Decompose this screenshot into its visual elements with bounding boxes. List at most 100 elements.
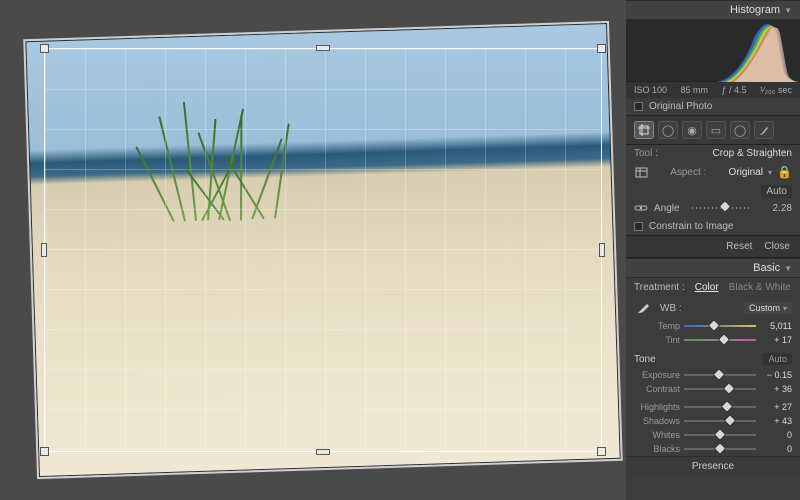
- tint-row: Tint + 17: [626, 333, 800, 347]
- basic-header[interactable]: Basic ▼: [626, 258, 800, 278]
- shadows-slider[interactable]: [684, 415, 756, 427]
- constrain-checkbox[interactable]: [634, 222, 643, 231]
- tool-name-row: Tool : Crop & Straighten: [626, 145, 800, 162]
- shadows-row: Shadows + 43: [626, 414, 800, 428]
- contrast-slider[interactable]: [684, 383, 756, 395]
- temp-label: Temp: [634, 321, 680, 331]
- whites-row: Whites 0: [626, 428, 800, 442]
- treatment-row: Treatment : Color Black & White: [626, 278, 800, 297]
- crop-buttons: Reset Close: [626, 235, 800, 258]
- develop-panel: Histogram ▼ ISO 100 85 mm ƒ / 4.5 ¹⁄₂₀₀ …: [626, 0, 800, 500]
- tone-label: Tone: [634, 354, 656, 365]
- exposure-value: − 0.15: [760, 370, 792, 380]
- level-icon[interactable]: [634, 201, 648, 215]
- temp-row: Temp 5,011: [626, 319, 800, 333]
- exif-shutter: ¹⁄₂₀₀ sec: [760, 85, 792, 95]
- original-photo-row[interactable]: Original Photo: [626, 98, 800, 115]
- contrast-row: Contrast + 36: [626, 382, 800, 396]
- histogram-header[interactable]: Histogram ▼: [626, 0, 800, 20]
- angle-row: Angle 2.28: [626, 198, 800, 218]
- exposure-slider[interactable]: [684, 369, 756, 381]
- aspect-menu-icon[interactable]: ▾: [768, 168, 772, 177]
- blacks-value: 0: [760, 444, 792, 454]
- contrast-label: Contrast: [634, 384, 680, 394]
- histogram-title: Histogram: [730, 4, 780, 16]
- whites-value: 0: [760, 430, 792, 440]
- presence-subheader: Presence: [626, 456, 800, 476]
- treatment-color-option[interactable]: Color: [695, 282, 719, 293]
- wb-row: WB : Custom ▾: [626, 297, 800, 319]
- tone-subheader: Tone Auto: [626, 350, 800, 368]
- treatment-label: Treatment :: [634, 282, 685, 293]
- constrain-label: Constrain to Image: [649, 221, 734, 232]
- aspect-row: Aspect : Original ▾ 🔒: [626, 162, 800, 182]
- image-canvas[interactable]: [0, 0, 626, 500]
- exif-strip: ISO 100 85 mm ƒ / 4.5 ¹⁄₂₀₀ sec: [626, 82, 800, 98]
- close-button[interactable]: Close: [764, 241, 790, 252]
- blacks-row: Blacks 0: [626, 442, 800, 456]
- reset-button[interactable]: Reset: [726, 241, 752, 252]
- highlights-slider[interactable]: [684, 401, 756, 413]
- wb-select[interactable]: Custom ▾: [744, 302, 792, 314]
- shadows-value: + 43: [760, 416, 792, 426]
- highlights-value: + 27: [760, 402, 792, 412]
- wb-value: Custom: [749, 303, 780, 313]
- highlights-row: Highlights + 27: [626, 400, 800, 414]
- wb-label: WB :: [660, 303, 682, 314]
- photo-frame: [23, 21, 623, 479]
- tool-strip: ◯ ◉ ▭ ◯: [626, 115, 800, 145]
- presence-label: Presence: [692, 461, 734, 472]
- gradient-tool-button[interactable]: ▭: [706, 121, 726, 139]
- treatment-bw-option[interactable]: Black & White: [729, 282, 791, 293]
- basic-title: Basic: [753, 262, 780, 274]
- blacks-thumb[interactable]: [714, 442, 727, 455]
- exif-aperture: ƒ / 4.5: [721, 85, 746, 95]
- aspect-value[interactable]: Original: [729, 167, 763, 178]
- exif-iso: ISO 100: [634, 85, 667, 95]
- temp-value: 5,011: [760, 321, 792, 331]
- photo-preview: [23, 21, 623, 479]
- photo-content-grass: [155, 98, 299, 222]
- contrast-thumb[interactable]: [722, 382, 735, 395]
- tool-value: Crop & Straighten: [713, 148, 793, 159]
- wb-menu-icon: ▾: [783, 304, 787, 313]
- disclosure-triangle-icon: ▼: [784, 264, 792, 273]
- temp-slider[interactable]: [684, 320, 756, 332]
- blacks-slider[interactable]: [684, 443, 756, 455]
- disclosure-triangle-icon: ▼: [784, 6, 792, 15]
- tint-value: + 17: [760, 335, 792, 345]
- tint-slider[interactable]: [684, 334, 756, 346]
- tint-thumb[interactable]: [717, 333, 730, 346]
- spot-tool-button[interactable]: ◯: [658, 121, 678, 139]
- aspect-lock-icon[interactable]: 🔒: [777, 165, 792, 179]
- highlights-thumb[interactable]: [721, 400, 734, 413]
- exposure-thumb[interactable]: [713, 368, 726, 381]
- temp-thumb[interactable]: [708, 319, 721, 332]
- histogram-display[interactable]: [626, 20, 800, 82]
- original-photo-checkbox[interactable]: [634, 102, 643, 111]
- aspect-icon[interactable]: [634, 165, 648, 179]
- brush-tool-button[interactable]: [754, 121, 774, 139]
- redeye-tool-button[interactable]: ◉: [682, 121, 702, 139]
- blacks-label: Blacks: [634, 444, 680, 454]
- shadows-thumb[interactable]: [724, 414, 737, 427]
- shadows-label: Shadows: [634, 416, 680, 426]
- exposure-label: Exposure: [634, 370, 680, 380]
- wb-dropper-icon[interactable]: [634, 300, 654, 316]
- angle-slider[interactable]: [692, 201, 752, 215]
- angle-value: 2.28: [764, 203, 792, 214]
- angle-auto-button[interactable]: Auto: [761, 185, 792, 198]
- whites-label: Whites: [634, 430, 680, 440]
- radial-tool-button[interactable]: ◯: [730, 121, 750, 139]
- contrast-value: + 36: [760, 384, 792, 394]
- exposure-row: Exposure − 0.15: [626, 368, 800, 382]
- tint-label: Tint: [634, 335, 680, 345]
- tool-label: Tool :: [634, 148, 658, 159]
- crop-tool-button[interactable]: [634, 121, 654, 139]
- constrain-row[interactable]: Constrain to Image: [626, 218, 800, 235]
- angle-slider-thumb[interactable]: [719, 200, 732, 213]
- tone-auto-button[interactable]: Auto: [763, 353, 792, 365]
- original-photo-label: Original Photo: [649, 101, 712, 112]
- whites-slider[interactable]: [684, 429, 756, 441]
- whites-thumb[interactable]: [714, 428, 727, 441]
